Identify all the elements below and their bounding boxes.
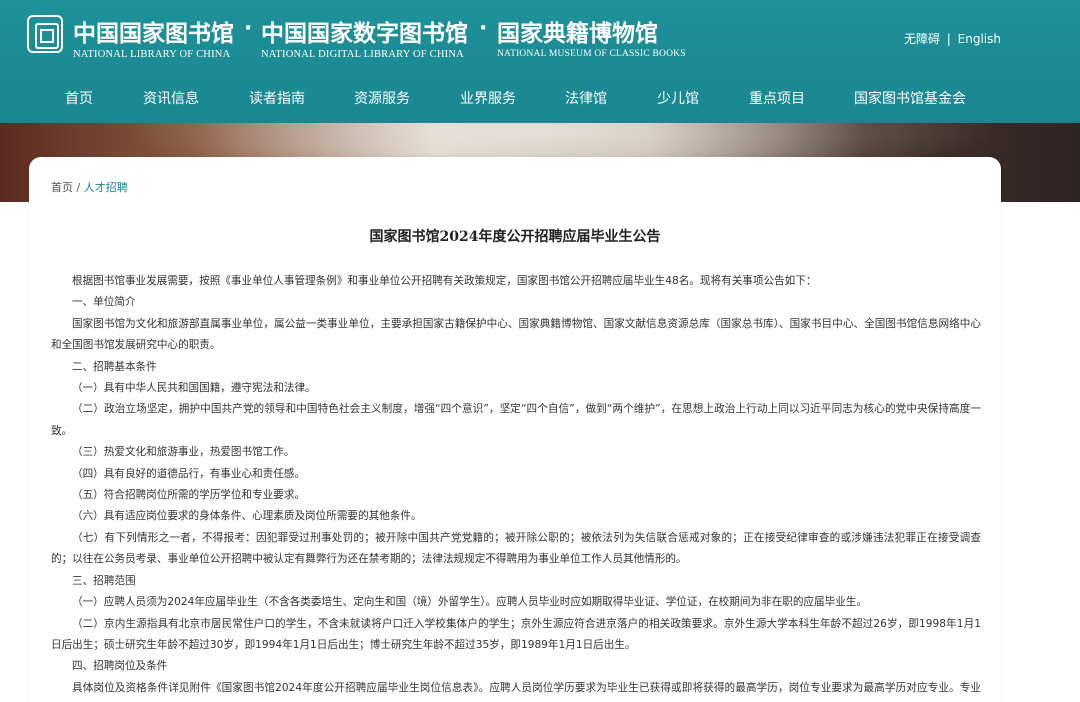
article-paragraph: （六）具有适应岗位要求的身体条件、心理素质及岗位所需要的其他条件。 bbox=[72, 510, 422, 523]
brand-title-cn: 国家典籍博物馆 bbox=[497, 20, 658, 47]
section-heading: 二、招聘基本条件 bbox=[72, 360, 157, 373]
breadcrumb-separator: / bbox=[73, 181, 84, 194]
article-paragraph: （一）具有中华人民共和国国籍，遵守宪法和法律。 bbox=[72, 382, 316, 395]
section-heading: 四、招聘岗位及条件 bbox=[72, 660, 168, 673]
nav-item-home[interactable]: 首页 bbox=[65, 88, 93, 108]
article-paragraph: 根据图书馆事业发展需要，按照《事业单位人事管理条例》和事业单位公开招聘有关政策规… bbox=[72, 275, 817, 287]
article-paragraph: （二）京内生源指具有北京市居民常住户口的学生，不含未就读将户口迁入学校集体户的学… bbox=[51, 617, 981, 651]
breadcrumb-home[interactable]: 首页 bbox=[51, 181, 73, 194]
brand-title-en: NATIONAL DIGITAL LIBRARY OF CHINA bbox=[261, 49, 464, 60]
library-logo-icon[interactable] bbox=[27, 15, 63, 53]
article-card: 首页 / 人才招聘 国家图书馆2024年度公开招聘应届毕业生公告 根据图书馆事业… bbox=[29, 157, 1001, 702]
nav-item-news[interactable]: 资讯信息 bbox=[143, 88, 199, 108]
article-paragraph: （五）符合招聘岗位所需的学历学位和专业要求。 bbox=[72, 489, 306, 502]
title-separator: · bbox=[479, 16, 488, 41]
section-heading: 三、招聘范围 bbox=[72, 574, 136, 587]
nav-item-key-projects[interactable]: 重点项目 bbox=[749, 88, 805, 108]
breadcrumb: 首页 / 人才招聘 bbox=[51, 179, 128, 195]
brand-title-museum[interactable]: 国家典籍博物馆 NATIONAL MUSEUM OF CLASSIC BOOKS bbox=[497, 14, 686, 59]
nav-item-reader-guide[interactable]: 读者指南 bbox=[249, 88, 305, 108]
article-title: 国家图书馆2024年度公开招聘应届毕业生公告 bbox=[369, 229, 661, 245]
article-paragraph: （七）有下列情形之一者，不得报考：因犯罪受过刑事处罚的；被开除中国共产党党籍的；… bbox=[51, 531, 981, 566]
article-body: 根据图书馆事业发展需要，按照《事业单位人事管理条例》和事业单位公开招聘有关政策规… bbox=[51, 271, 981, 702]
nav-item-resources[interactable]: 资源服务 bbox=[354, 88, 410, 108]
nav-item-children[interactable]: 少儿馆 bbox=[657, 88, 699, 108]
article-paragraph: （一）应聘人员须为2024年应届毕业生（不含各类委培生、定向生和国（境）外留学生… bbox=[72, 596, 867, 609]
article-paragraph: 具体岗位及资格条件详见附件《国家图书馆2024年度公开招聘应届毕业生岗位信息表》… bbox=[72, 681, 981, 694]
article-paragraph: （四）具有良好的道德品行，有事业心和责任感。 bbox=[72, 467, 306, 480]
brand-title-ndlc[interactable]: 中国国家数字图书馆 NATIONAL DIGITAL LIBRARY OF CH… bbox=[261, 14, 468, 60]
article-paragraph: （三）热爱文化和旅游事业，热爱图书馆工作。 bbox=[72, 446, 295, 459]
top-link-divider: | bbox=[946, 32, 951, 46]
nav-item-foundation[interactable]: 国家图书馆基金会 bbox=[854, 88, 966, 108]
article-paragraph: 国家图书馆为文化和旅游部直属事业单位，属公益一类事业单位，主要承担国家古籍保护中… bbox=[51, 317, 981, 352]
title-separator: · bbox=[244, 16, 253, 41]
brand-title-en: NATIONAL MUSEUM OF CLASSIC BOOKS bbox=[497, 49, 686, 59]
brand-title-en: NATIONAL LIBRARY OF CHINA bbox=[73, 49, 231, 60]
accessibility-link[interactable]: 无障碍 bbox=[904, 32, 940, 46]
nav-item-industry[interactable]: 业界服务 bbox=[460, 88, 516, 108]
english-link[interactable]: English bbox=[958, 32, 1001, 46]
top-links: 无障碍 | English bbox=[904, 30, 1001, 47]
breadcrumb-current[interactable]: 人才招聘 bbox=[84, 181, 128, 194]
section-heading: 一、单位简介 bbox=[72, 296, 136, 309]
brand-title-cn: 中国国家图书馆 bbox=[73, 20, 234, 47]
site-header: 中国国家图书馆 NATIONAL LIBRARY OF CHINA · 中国国家… bbox=[0, 0, 1080, 123]
brand-title-nlc[interactable]: 中国国家图书馆 NATIONAL LIBRARY OF CHINA bbox=[73, 14, 234, 60]
nav-item-law-library[interactable]: 法律馆 bbox=[565, 88, 607, 108]
article-paragraph: （二）政治立场坚定，拥护中国共产党的领导和中国特色社会主义制度，增强“四个意识”… bbox=[51, 403, 981, 437]
main-nav: 首页 资讯信息 读者指南 资源服务 业界服务 法律馆 少儿馆 重点项目 国家图书… bbox=[0, 88, 1080, 108]
brand-title-cn: 中国国家数字图书馆 bbox=[261, 20, 468, 47]
